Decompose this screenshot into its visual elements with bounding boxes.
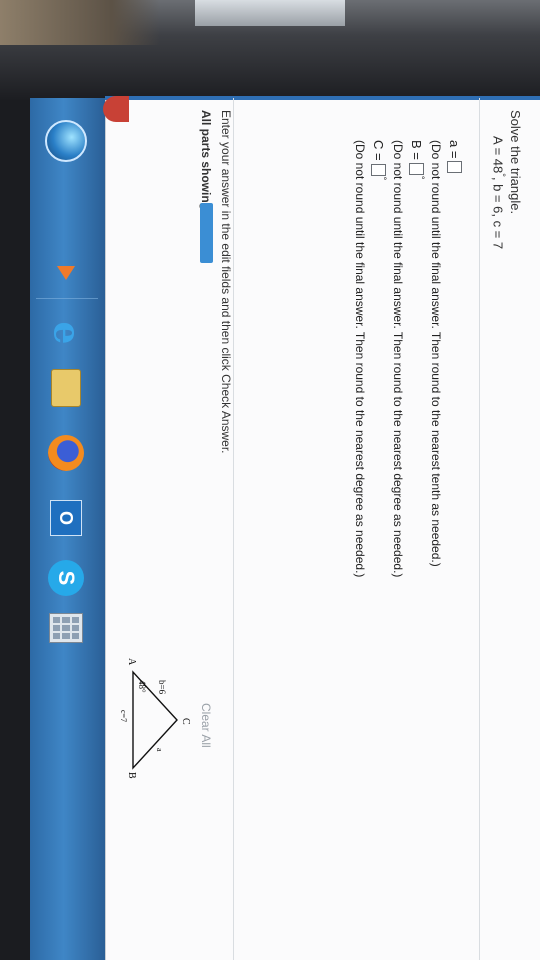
divider — [233, 98, 234, 960]
taskbar-outlook[interactable]: O — [40, 493, 92, 543]
answer-a-input[interactable] — [447, 161, 462, 174]
taskbar-internet-explorer[interactable]: e — [40, 308, 92, 358]
side-a-label: a — [155, 748, 164, 752]
clear-all-button[interactable]: Clear All — [199, 703, 213, 748]
vertex-b-label: B — [126, 772, 137, 779]
answer-c-row: C = ° — [371, 140, 389, 181]
angle-a-label: 48° — [137, 680, 147, 693]
answer-b-degree: ° — [416, 175, 427, 180]
triangle-figure: C A B b=6 a 48° c=7 — [119, 658, 191, 779]
outlook-icon: O — [50, 500, 82, 536]
taskbar-skype[interactable]: S — [40, 553, 92, 603]
answer-b-note: (Do not round until the final answer. Th… — [391, 140, 405, 578]
taskbar-calculator[interactable] — [40, 603, 92, 653]
file-explorer-icon — [51, 369, 81, 407]
firefox-icon — [48, 435, 84, 471]
given-angle-a: A = 48 — [490, 136, 506, 174]
taskbar-separator — [36, 298, 98, 299]
given-sides: , b = 6, c = 7 — [490, 176, 506, 250]
answer-c-note: (Do not round until the final answer. Th… — [353, 140, 367, 578]
start-button[interactable] — [40, 116, 92, 166]
answer-a-label: a = — [447, 140, 462, 159]
desk-background — [0, 0, 160, 45]
instruction-text: Enter your answer in the edit fields and… — [219, 110, 233, 454]
answer-a-note: (Do not round until the final answer. Th… — [429, 140, 443, 567]
calculator-icon — [49, 613, 83, 643]
divider — [479, 98, 480, 960]
taskbar-file-explorer[interactable] — [40, 363, 92, 413]
side-b-label: b=6 — [157, 680, 167, 695]
answer-c-label: C = — [371, 140, 386, 161]
problem-prompt: Solve the triangle. — [508, 110, 523, 215]
taskbar-media-player[interactable] — [40, 248, 92, 298]
parts-showing-label: All parts showing — [199, 110, 213, 211]
skype-icon: S — [48, 560, 84, 596]
vertex-a-label: A — [126, 658, 137, 666]
parts-progress-bar — [200, 203, 213, 263]
problem-content: Solve the triangle. A = 48°, b = 6, c = … — [105, 98, 540, 960]
media-player-icon — [57, 266, 75, 280]
answer-b-label: B = — [409, 140, 424, 160]
answer-b-input[interactable] — [409, 162, 424, 175]
answer-c-input[interactable] — [371, 163, 386, 176]
window-glare — [195, 0, 345, 26]
given-values: A = 48°, b = 6, c = 7 — [491, 136, 507, 249]
answer-a-row: a = — [447, 140, 462, 174]
taskbar-firefox[interactable] — [40, 428, 92, 478]
answer-b-row: B = ° — [409, 140, 427, 180]
answer-c-degree: ° — [378, 176, 389, 181]
vertex-c-label: C — [180, 718, 191, 725]
side-c-label: c=7 — [119, 710, 128, 722]
start-orb-icon — [45, 120, 87, 162]
internet-explorer-icon: e — [45, 321, 87, 345]
taskbar: e O S — [30, 98, 106, 960]
